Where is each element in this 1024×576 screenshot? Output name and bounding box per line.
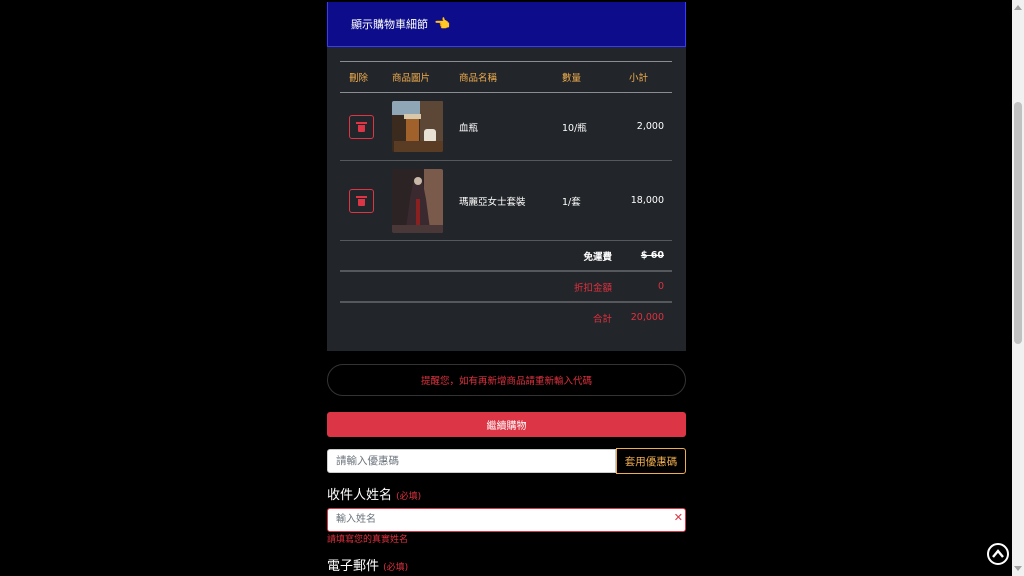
header-image: 商品圖片 bbox=[383, 61, 450, 93]
required-tag: (必填) bbox=[396, 492, 422, 502]
coupon-input[interactable] bbox=[327, 449, 616, 473]
shipping-value: $ 60 bbox=[640, 250, 664, 261]
total-row: 合計 20,000 bbox=[340, 302, 672, 332]
scroll-up-arrow-icon[interactable] bbox=[1014, 5, 1022, 10]
cart-table: 刪除 商品圖片 商品名稱 數量 小計 血瓶 10/瓶 2,000 瑪麗亞女士套裝… bbox=[340, 61, 672, 332]
product-subtotal: 18,000 bbox=[620, 160, 672, 241]
image-cell bbox=[383, 160, 450, 241]
product-name: 瑪麗亞女士套裝 bbox=[450, 160, 553, 241]
recipient-name-error: 請填寫您的真實姓名 bbox=[327, 535, 409, 545]
continue-shopping-button[interactable]: 繼續購物 bbox=[327, 412, 686, 437]
shipping-value-cell: $ 60 bbox=[620, 240, 672, 272]
recipient-name-label-text: 收件人姓名 bbox=[327, 488, 393, 503]
header-name: 商品名稱 bbox=[450, 61, 553, 93]
cart-details-panel: 刪除 商品圖片 商品名稱 數量 小計 血瓶 10/瓶 2,000 瑪麗亞女士套裝… bbox=[327, 47, 686, 351]
product-image-blood-vial bbox=[392, 101, 443, 152]
scroll-down-arrow-icon[interactable] bbox=[1014, 566, 1022, 571]
table-row: 瑪麗亞女士套裝 1/套 18,000 bbox=[340, 160, 672, 241]
product-name: 血瓶 bbox=[450, 92, 553, 161]
header-subtotal: 小計 bbox=[620, 61, 672, 93]
coupon-group: 套用優惠碼 bbox=[327, 448, 686, 474]
image-cell bbox=[383, 92, 450, 161]
back-to-top-button[interactable] bbox=[987, 543, 1009, 565]
chevron-up-icon bbox=[992, 549, 1004, 558]
pointing-hand-icon: 👈 bbox=[434, 16, 451, 32]
delete-cell bbox=[340, 92, 383, 161]
recipient-name-input[interactable] bbox=[327, 507, 686, 532]
product-subtotal: 2,000 bbox=[620, 92, 672, 161]
email-label: 電子郵件 (必填) bbox=[327, 555, 408, 574]
discount-label: 折扣金額 bbox=[340, 271, 620, 303]
coupon-reminder-notice: 提醒您，如有再新增商品請重新輸入代碼 bbox=[327, 364, 686, 396]
scrollbar-thumb[interactable] bbox=[1014, 102, 1022, 344]
table-header-row: 刪除 商品圖片 商品名稱 數量 小計 bbox=[340, 61, 672, 93]
shipping-row: 免運費 $ 60 bbox=[340, 240, 672, 272]
header-qty: 數量 bbox=[553, 61, 620, 93]
table-row: 血瓶 10/瓶 2,000 bbox=[340, 92, 672, 161]
discount-value: 0 bbox=[620, 271, 672, 303]
trash-icon bbox=[356, 195, 367, 206]
delete-item-button[interactable] bbox=[349, 114, 374, 139]
total-label: 合計 bbox=[592, 313, 612, 325]
cart-details-toggle[interactable]: 顯示購物車細節 👈 bbox=[327, 2, 686, 47]
invalid-x-icon: ✕ bbox=[673, 511, 683, 524]
header-delete: 刪除 bbox=[340, 61, 383, 93]
recipient-name-label: 收件人姓名 (必填) bbox=[327, 484, 421, 503]
required-tag: (必填) bbox=[383, 563, 409, 573]
trash-icon bbox=[356, 121, 367, 132]
total-value: 20,000 bbox=[630, 312, 664, 323]
product-qty: 1/套 bbox=[553, 160, 620, 241]
discount-row: 折扣金額 0 bbox=[340, 271, 672, 303]
email-label-text: 電子郵件 bbox=[327, 559, 380, 574]
vertical-scrollbar[interactable] bbox=[1012, 0, 1024, 576]
product-image-costume bbox=[392, 168, 443, 233]
delete-item-button[interactable] bbox=[349, 188, 374, 213]
shipping-label: 免運費 bbox=[340, 240, 620, 272]
recipient-name-field: ✕ bbox=[327, 507, 686, 532]
product-qty: 10/瓶 bbox=[553, 92, 620, 161]
cart-details-title: 顯示購物車細節 bbox=[351, 18, 428, 31]
apply-coupon-button[interactable]: 套用優惠碼 bbox=[616, 448, 686, 474]
delete-cell bbox=[340, 160, 383, 241]
